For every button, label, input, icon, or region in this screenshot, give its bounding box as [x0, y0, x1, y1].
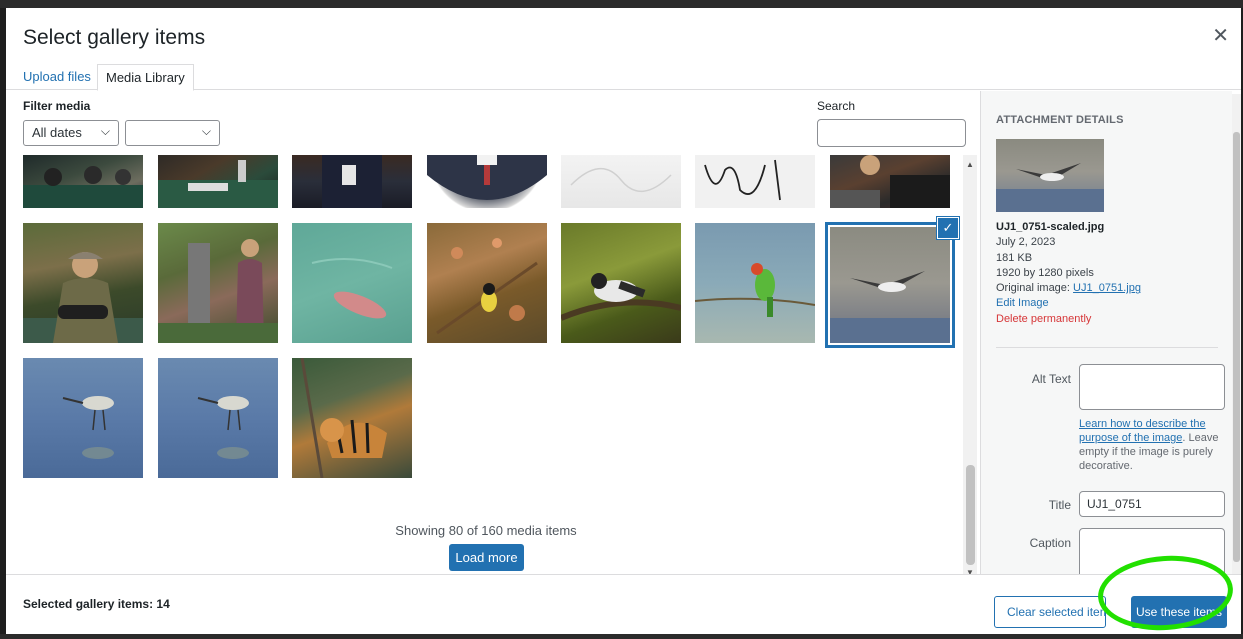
divider	[996, 347, 1218, 348]
sidebar-scrollbar[interactable]	[1232, 94, 1241, 578]
chevron-down-icon: ⌵	[201, 124, 211, 138]
media-thumbnail[interactable]	[695, 223, 815, 343]
modal-title: Select gallery items	[23, 26, 206, 49]
media-thumbnail[interactable]	[23, 155, 143, 208]
media-thumbnail[interactable]	[158, 155, 278, 208]
alt-text-field[interactable]	[1079, 364, 1225, 410]
load-more-button[interactable]: Load more	[449, 544, 524, 571]
edit-image-link[interactable]: Edit Image	[996, 296, 1221, 311]
modal-tabs: Upload files Media Library	[6, 58, 1241, 91]
grid-scrollbar[interactable]: ▲ ▼	[963, 155, 977, 579]
media-thumbnail[interactable]	[427, 223, 547, 343]
grid-scrollbar-thumb[interactable]	[966, 465, 975, 565]
media-thumbnail[interactable]	[158, 223, 278, 343]
attachment-size: 181 KB	[996, 251, 1033, 264]
attachment-dimensions: 1920 by 1280 pixels	[996, 266, 1094, 279]
media-thumbnail[interactable]	[695, 155, 815, 208]
attachment-details-panel: ATTACHMENT DETAILS UJ1_0751-scaled.jpg J…	[980, 91, 1232, 581]
attachment-details-heading: ATTACHMENT DETAILS	[996, 114, 1124, 126]
type-filter-select[interactable]: ⌵	[125, 120, 220, 146]
media-thumbnail[interactable]	[427, 155, 547, 208]
showing-count: Showing 80 of 160 media items	[395, 523, 577, 538]
media-thumbnail[interactable]	[292, 223, 412, 343]
alt-text-help: Learn how to describe the purpose of the…	[1079, 417, 1219, 473]
media-thumbnail[interactable]	[23, 358, 143, 478]
browser-top-strip	[0, 0, 1243, 8]
sidebar-scrollbar-thumb[interactable]	[1233, 132, 1240, 562]
tab-upload-files[interactable]: Upload files	[15, 64, 99, 91]
select-gallery-modal: Select gallery items ✕ Upload files Medi…	[6, 8, 1241, 634]
filter-media-label: Filter media	[23, 99, 91, 113]
attachment-meta: UJ1_0751-scaled.jpg July 2, 2023 181 KB …	[996, 220, 1221, 327]
modal-footer: Selected gallery items: 14 Clear selecte…	[6, 574, 1241, 634]
original-image-label: Original image:	[996, 282, 1070, 295]
media-thumbnail[interactable]	[158, 358, 278, 478]
date-filter-select[interactable]: All dates ⌵	[23, 120, 119, 146]
media-grid: ✓ Showing 80 of 160 media items Load mor…	[6, 155, 961, 580]
original-image-link[interactable]: UJ1_0751.jpg	[1073, 282, 1141, 294]
media-thumbnail[interactable]	[830, 155, 950, 208]
date-filter-value: All dates	[32, 125, 82, 140]
scroll-up-arrow-icon[interactable]: ▲	[966, 160, 974, 169]
selected-item-frame	[825, 222, 955, 348]
tab-media-library[interactable]: Media Library	[97, 64, 194, 91]
caption-label: Caption	[1029, 536, 1071, 550]
title-label: Title	[1048, 498, 1071, 512]
close-icon[interactable]: ✕	[1212, 26, 1229, 46]
media-thumbnail[interactable]	[561, 155, 681, 208]
media-thumbnail[interactable]	[23, 223, 143, 343]
alt-text-label: Alt Text	[1031, 372, 1071, 386]
media-thumbnail[interactable]	[292, 358, 412, 478]
media-thumbnail[interactable]	[561, 223, 681, 343]
attachment-preview	[996, 139, 1104, 212]
attachment-original: Original image: UJ1_0751.jpg	[996, 281, 1221, 296]
use-these-items-button[interactable]: Use these items	[1131, 596, 1227, 628]
clear-selected-button[interactable]: Clear selected item	[994, 596, 1106, 628]
media-thumbnail[interactable]	[292, 155, 412, 208]
selected-gallery-count: Selected gallery items: 14	[23, 597, 170, 611]
checkmark-icon[interactable]: ✓	[937, 217, 959, 239]
title-field[interactable]: UJ1_0751	[1079, 491, 1225, 517]
search-input[interactable]	[817, 119, 966, 147]
browser-bottom-strip	[0, 634, 1243, 639]
delete-permanently-link[interactable]: Delete permanently	[996, 312, 1221, 327]
attachment-filename: UJ1_0751-scaled.jpg	[996, 221, 1105, 233]
chevron-down-icon: ⌵	[100, 124, 110, 138]
search-label: Search	[817, 99, 856, 113]
attachment-date: July 2, 2023	[996, 236, 1056, 249]
